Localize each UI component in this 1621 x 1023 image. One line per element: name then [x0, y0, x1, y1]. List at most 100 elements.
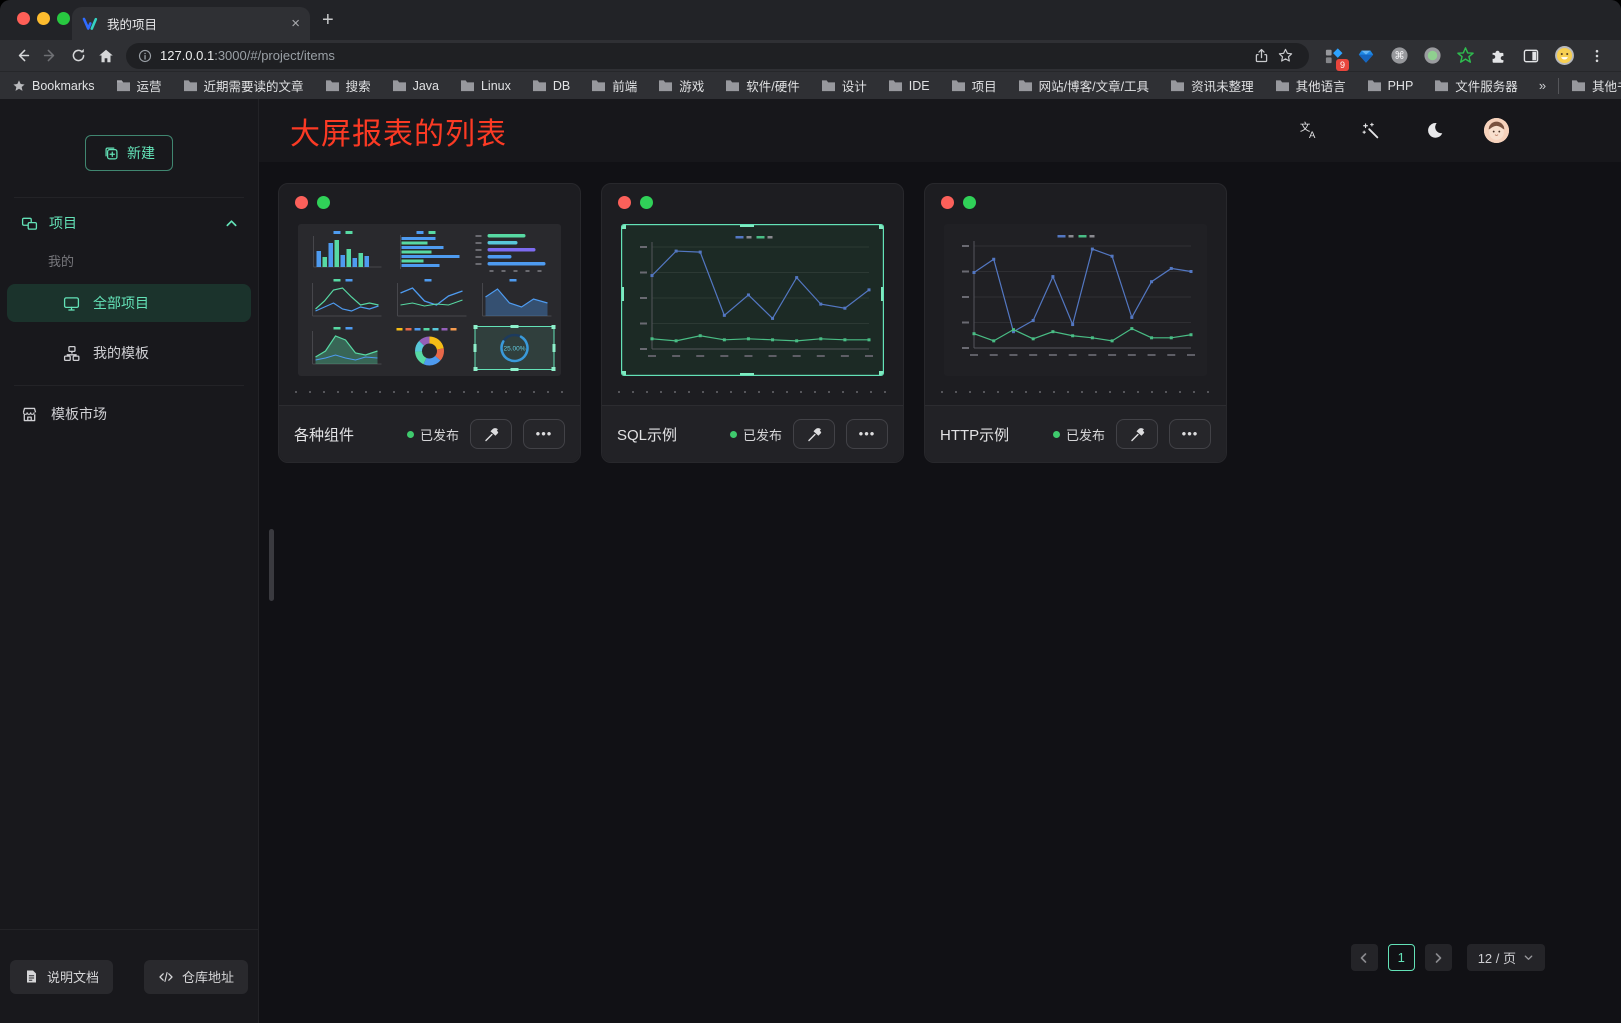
- project-card[interactable]: SQL示例 已发布 •••: [601, 183, 904, 463]
- bookmark-item-bookmarks[interactable]: Bookmarks: [12, 79, 95, 93]
- project-thumbnail: [944, 224, 1207, 376]
- repo-button[interactable]: 仓库地址: [144, 960, 248, 994]
- bookmark-folder[interactable]: 游戏: [658, 76, 704, 95]
- code-icon: [158, 969, 174, 985]
- extension-gem-icon[interactable]: [1354, 44, 1378, 68]
- side-panel-icon[interactable]: [1519, 44, 1543, 68]
- user-avatar[interactable]: [1484, 118, 1509, 143]
- sidebar-item-template-market[interactable]: 模板市场: [7, 395, 251, 433]
- edit-project-button[interactable]: [1116, 419, 1158, 449]
- more-actions-button[interactable]: •••: [846, 419, 888, 449]
- folder-icon: [1434, 79, 1449, 92]
- bookmark-folder[interactable]: 资讯未整理: [1170, 76, 1254, 95]
- tab-close-icon[interactable]: ×: [291, 16, 300, 31]
- project-list: 25.00% 各种组件 已发布 •••: [278, 183, 1227, 463]
- profile-avatar-icon[interactable]: [1552, 44, 1576, 68]
- docs-button[interactable]: 说明文档: [10, 960, 113, 994]
- new-tab-button[interactable]: +: [322, 9, 334, 32]
- svg-text:A: A: [1308, 130, 1315, 141]
- extension-command-icon[interactable]: ⌘: [1387, 44, 1411, 68]
- thumb-gauge-chart: 25.00%: [473, 325, 556, 371]
- card-dot-green: [963, 196, 976, 209]
- sidebar-item-my-templates[interactable]: 我的模板: [7, 334, 251, 372]
- home-button[interactable]: [92, 43, 120, 69]
- bookmark-folder[interactable]: 运营: [116, 76, 162, 95]
- language-button[interactable]: 文 A: [1295, 118, 1321, 144]
- bookmark-folder[interactable]: DB: [532, 79, 570, 93]
- bookmark-folder[interactable]: 文件服务器: [1434, 76, 1518, 95]
- extension-green-star-icon[interactable]: [1453, 44, 1477, 68]
- back-button[interactable]: [8, 43, 36, 69]
- back-icon: [19, 50, 28, 60]
- tab-title: 我的项目: [107, 14, 291, 33]
- bookmark-star-button[interactable]: [1273, 44, 1297, 68]
- dark-mode-button[interactable]: [1421, 118, 1447, 144]
- bookmark-folder[interactable]: PHP: [1367, 79, 1414, 93]
- bookmark-folder[interactable]: Linux: [460, 79, 511, 93]
- folder-icon: [1571, 79, 1586, 92]
- extension-grid-share-icon[interactable]: 9: [1321, 44, 1345, 68]
- bookmarks-overflow-button[interactable]: »: [1539, 78, 1546, 93]
- hammer-icon: [483, 426, 500, 443]
- sidebar-divider: [14, 385, 244, 386]
- browser-toolbar: 127.0.0.1:3000/#/project/items 9 ⌘: [0, 40, 1621, 71]
- status-badge: 已发布: [407, 425, 459, 444]
- project-card[interactable]: HTTP示例 已发布 •••: [924, 183, 1227, 463]
- selection-handle: [879, 371, 884, 376]
- more-actions-button[interactable]: •••: [1169, 419, 1211, 449]
- extensions-area: 9 ⌘: [1317, 44, 1613, 68]
- chrome-menu-icon[interactable]: [1585, 44, 1609, 68]
- thumb-bar-chart: [303, 229, 386, 275]
- card-dot-red: [941, 196, 954, 209]
- forward-button[interactable]: [36, 43, 64, 69]
- bookmark-folder[interactable]: 其他语言: [1275, 76, 1346, 95]
- bookmark-folder[interactable]: 项目: [951, 76, 997, 95]
- folder-icon: [888, 79, 903, 92]
- extensions-puzzle-icon[interactable]: [1486, 44, 1510, 68]
- sidebar: 新建 项目 我的 全部项目: [0, 99, 259, 1023]
- bookmark-folder[interactable]: 网站/博客/文章/工具: [1018, 76, 1149, 95]
- other-bookmarks-button[interactable]: 其他书签: [1571, 76, 1621, 95]
- edit-project-button[interactable]: [793, 419, 835, 449]
- projects-icon: [20, 214, 39, 233]
- browser-window: 我的项目 × + 127.0.0.1:3000/#/project/items: [0, 0, 1621, 1023]
- thumb-line-chart: [303, 277, 386, 323]
- bookmark-folder[interactable]: 设计: [821, 76, 867, 95]
- page-number-button[interactable]: 1: [1388, 944, 1415, 971]
- extension-record-icon[interactable]: [1420, 44, 1444, 68]
- next-page-button[interactable]: [1425, 944, 1452, 971]
- chevron-down-icon: [1523, 952, 1534, 963]
- browser-tab[interactable]: 我的项目 ×: [72, 7, 310, 40]
- sidebar-section-projects[interactable]: 项目: [0, 207, 258, 239]
- status-dot: [1053, 431, 1060, 438]
- project-card[interactable]: 25.00% 各种组件 已发布 •••: [278, 183, 581, 463]
- bookmark-folder[interactable]: 近期需要读的文章: [183, 76, 304, 95]
- bookmark-folder[interactable]: Java: [392, 79, 439, 93]
- site-info-icon[interactable]: [138, 49, 152, 63]
- address-bar[interactable]: 127.0.0.1:3000/#/project/items: [126, 43, 1309, 69]
- bookmark-folder[interactable]: IDE: [888, 79, 930, 93]
- folder-icon: [658, 79, 673, 92]
- selection-handle: [621, 224, 626, 229]
- reload-button[interactable]: [64, 43, 92, 69]
- new-project-button[interactable]: 新建: [85, 135, 173, 171]
- star-icon: [12, 79, 26, 93]
- prev-page-button[interactable]: [1351, 944, 1378, 971]
- zoom-window-button[interactable]: [57, 12, 70, 25]
- more-actions-button[interactable]: •••: [523, 419, 565, 449]
- page-size-select[interactable]: 12 / 页: [1467, 944, 1545, 971]
- scrollbar-thumb[interactable]: [269, 529, 274, 601]
- bookmark-folder[interactable]: 搜索: [325, 76, 371, 95]
- share-button[interactable]: [1249, 44, 1273, 68]
- bookmark-folder[interactable]: 前端: [591, 76, 637, 95]
- edit-project-button[interactable]: [470, 419, 512, 449]
- card-dot-green: [317, 196, 330, 209]
- minimize-window-button[interactable]: [37, 12, 50, 25]
- bookmark-folder[interactable]: 软件/硬件: [725, 76, 799, 95]
- svg-text:⌘: ⌘: [1394, 51, 1404, 62]
- thumb-line-chart: [952, 232, 1199, 364]
- theme-color-button[interactable]: [1358, 118, 1384, 144]
- selection-handle: [621, 371, 626, 376]
- close-window-button[interactable]: [17, 12, 30, 25]
- sidebar-item-all-projects[interactable]: 全部项目: [7, 284, 251, 322]
